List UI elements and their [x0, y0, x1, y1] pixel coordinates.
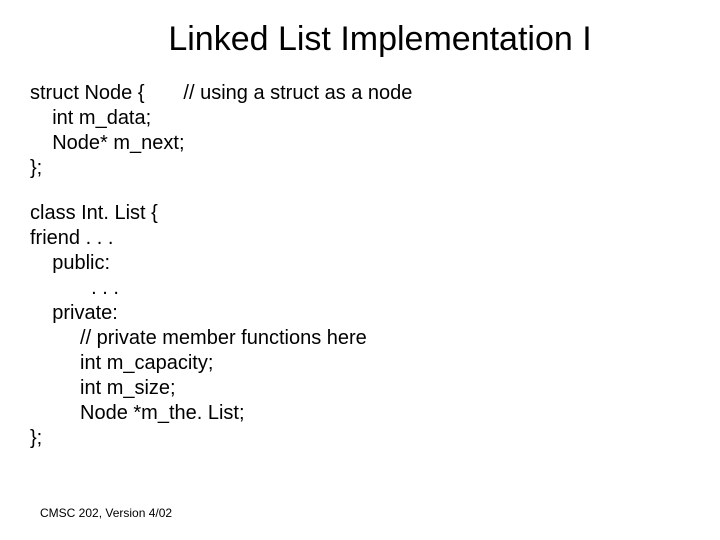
class-intlist-code: class Int. List { friend . . . public: .…	[30, 201, 690, 451]
slide-title: Linked List Implementation I	[30, 20, 690, 59]
footer-text: CMSC 202, Version 4/02	[40, 506, 172, 520]
struct-node-code: struct Node { // using a struct as a nod…	[30, 81, 690, 181]
